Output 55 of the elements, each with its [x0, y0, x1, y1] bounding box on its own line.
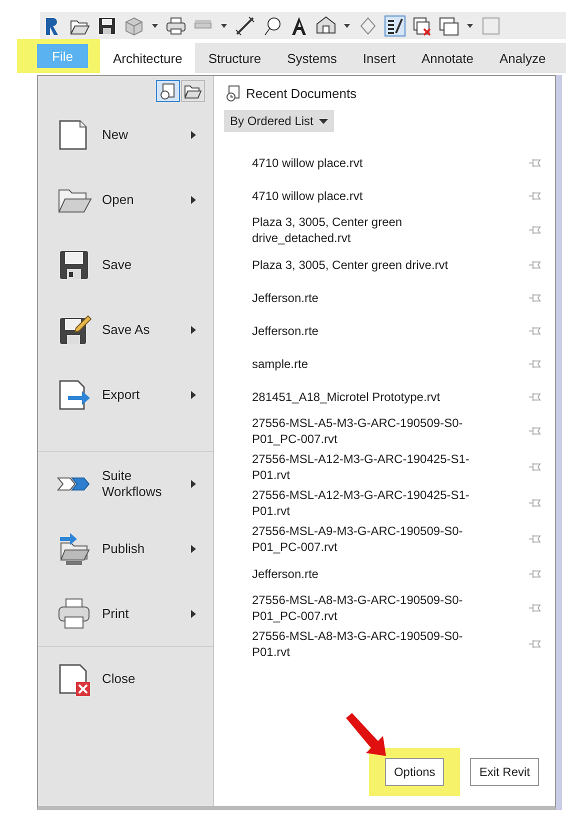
view-toggle-button[interactable]	[156, 80, 180, 102]
ribbon-tab[interactable]: Systems	[274, 43, 350, 73]
sort-dropdown[interactable]: By Ordered List	[224, 110, 334, 132]
recent-file[interactable]: 27556-MSL-A12-M3-G-ARC-190425-S1-P01.rvt	[252, 485, 541, 521]
menu-command[interactable]: Save	[38, 232, 213, 297]
recent-file[interactable]: 27556-MSL-A8-M3-G-ARC-190509-S0-P01_PC-007.rvt	[252, 590, 541, 626]
recent-file[interactable]: Jefferson.rte	[252, 557, 541, 590]
recent-file[interactable]: Plaza 3, 3005, Center green drive.rvt	[252, 248, 541, 281]
measure-icon[interactable]	[234, 14, 256, 36]
arrow-icon	[344, 712, 388, 758]
switch-windows-icon[interactable]	[438, 14, 460, 36]
recent-file[interactable]: sample.rte	[252, 347, 541, 380]
menu-command[interactable]: Open	[38, 167, 213, 232]
recent-file[interactable]: 281451_A18_Microtel Prototype.rvt	[252, 380, 541, 413]
house-3d-icon[interactable]	[315, 14, 337, 36]
pin-icon[interactable]	[528, 532, 541, 546]
menu-command[interactable]: New	[38, 102, 213, 167]
view-toggle-button[interactable]	[181, 80, 205, 102]
menu-command[interactable]: Save As	[38, 297, 213, 362]
cube-icon[interactable]	[123, 14, 145, 36]
ribbon-tab[interactable]: Architecture	[100, 43, 196, 73]
menu-command[interactable]: Suite Workflows	[38, 451, 213, 516]
ribbon-tab[interactable]: Insert	[350, 43, 408, 73]
recent-file[interactable]: 27556-MSL-A5-M3-G-ARC-190509-S0-P01_PC-007.rvt	[252, 413, 541, 449]
recent-file[interactable]: Jefferson.rte	[252, 314, 541, 347]
close-windows-icon[interactable]	[411, 14, 433, 36]
section-title: Recent Documents	[246, 86, 357, 100]
pin-icon[interactable]	[528, 424, 541, 438]
pin-icon[interactable]	[528, 223, 541, 237]
thin-lines-icon[interactable]	[384, 14, 406, 36]
dialog-button[interactable]: Options	[384, 758, 444, 786]
caret-icon	[319, 118, 328, 124]
printer-icon	[56, 596, 92, 632]
clock-document-icon	[224, 84, 242, 102]
menu-command[interactable]: Close	[38, 646, 213, 711]
dialog-button[interactable]: Exit Revit	[470, 758, 539, 786]
recent-file[interactable]: 27556-MSL-A12-M3-G-ARC-190425-S1-P01.rvt	[252, 449, 541, 485]
ribbon-tab[interactable]: Structure	[195, 43, 274, 73]
recent-file[interactable]: 27556-MSL-A9-M3-G-ARC-190509-S0-P01_PC-007.rvt	[252, 521, 541, 557]
recent-file[interactable]: Plaza 3, 3005, Center green drive_detached.rvt	[252, 212, 541, 248]
pin-icon[interactable]	[528, 496, 541, 510]
ribbon-tab[interactable]: Annotate	[408, 43, 486, 73]
pin-icon[interactable]	[528, 637, 541, 651]
printer-icon[interactable]	[165, 14, 187, 36]
pin-icon[interactable]	[528, 460, 541, 474]
menu-command[interactable]: Export	[38, 362, 213, 427]
menu-command[interactable]: Print	[38, 581, 213, 646]
pin-icon[interactable]	[528, 601, 541, 615]
window-icon[interactable]	[480, 14, 502, 36]
recent-file[interactable]: 4710 willow place.rvt	[252, 146, 541, 179]
recent-file[interactable]: 4710 willow place.rvt	[252, 179, 541, 212]
recent-file[interactable]: Jefferson.rte	[252, 281, 541, 314]
ribbon-tab[interactable]: Analyze	[486, 43, 559, 73]
menu-command[interactable]: Publish	[38, 516, 213, 581]
recent-file[interactable]: 27556-MSL-A8-M3-G-ARC-190509-S0-P01.rvt	[252, 626, 541, 662]
